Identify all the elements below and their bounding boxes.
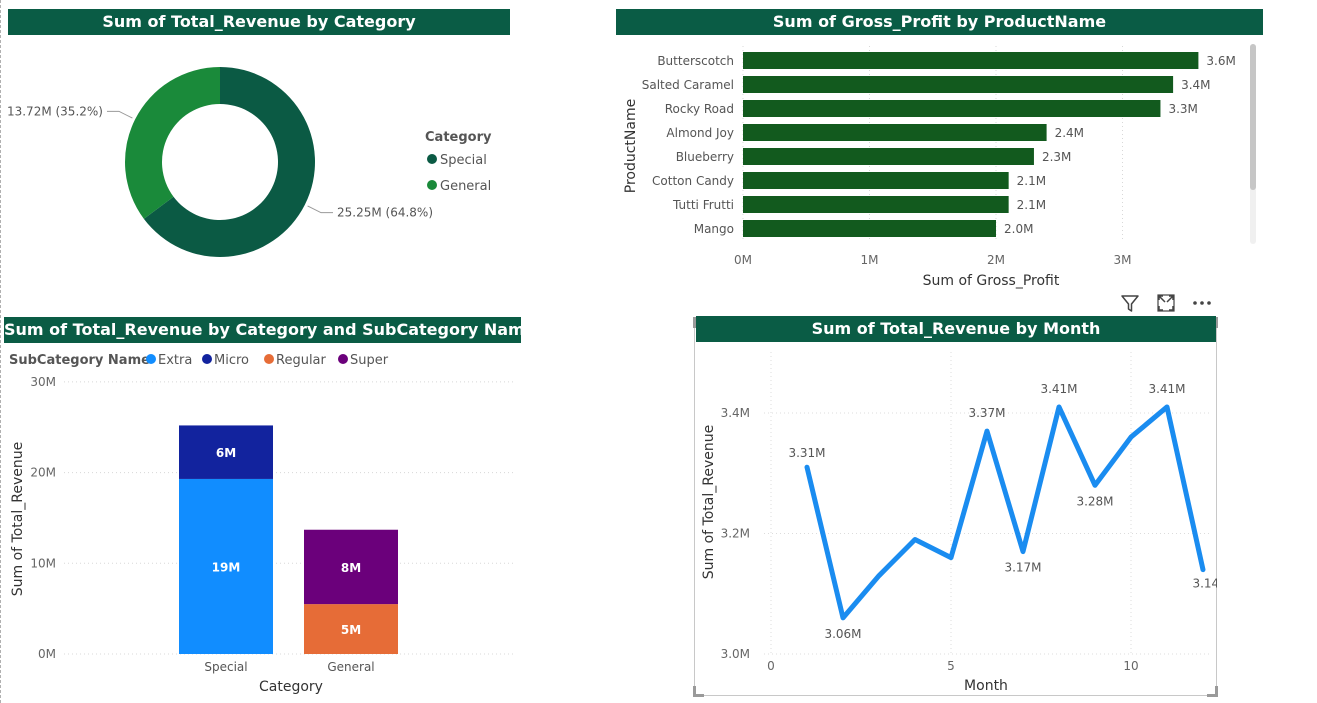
line-data-label: 3.17M bbox=[1004, 561, 1041, 575]
line-data-label: 3.06M bbox=[824, 627, 861, 641]
hbar-category-label: Blueberry bbox=[676, 150, 734, 164]
line-y-tick: 3.0M bbox=[721, 647, 750, 661]
stacked-y-tick: 0M bbox=[38, 647, 56, 661]
visual-toolbar bbox=[1119, 292, 1213, 314]
hbar-data-label: 3.3M bbox=[1168, 102, 1197, 116]
line-data-label: 3.31M bbox=[788, 446, 825, 460]
focus-mode-icon[interactable] bbox=[1155, 292, 1177, 314]
stacked-x-axis-title: Category bbox=[259, 679, 323, 695]
stacked-x-tick: General bbox=[327, 660, 374, 674]
stacked-data-label: 5M bbox=[341, 623, 361, 637]
donut-leader-line bbox=[106, 110, 133, 119]
legend-marker bbox=[338, 354, 348, 364]
donut-legend-title: Category bbox=[425, 130, 492, 145]
hbar-x-tick: 2M bbox=[987, 253, 1005, 267]
line-y-axis-title: Sum of Total_Revenue bbox=[701, 425, 717, 579]
hbar-bar[interactable] bbox=[743, 100, 1161, 117]
hbar-category-label: Salted Caramel bbox=[642, 78, 734, 92]
line-data-label: 3.41M bbox=[1148, 382, 1185, 396]
legend-label-micro: Micro bbox=[214, 353, 249, 368]
line-x-tick: 5 bbox=[947, 659, 955, 673]
hbar-x-tick: 0M bbox=[734, 253, 752, 267]
line-y-tick: 3.2M bbox=[721, 527, 750, 541]
line-data-label: 3.41M bbox=[1040, 382, 1077, 396]
hbar-data-label: 2.4M bbox=[1055, 126, 1084, 140]
line-data-label: 3.37M bbox=[968, 406, 1005, 420]
stacked-chart-title: Sum of Total_Revenue by Category and Sub… bbox=[4, 317, 521, 343]
stacked-y-tick: 30M bbox=[30, 375, 56, 389]
line-chart[interactable]: 0 5 10 3.0M 3.2M 3.4M 3.31M 3.06M 3.37M 3.17M 3.41… bbox=[694, 342, 1217, 697]
stacked-column-chart[interactable]: SubCategory Name Extra Micro Regular Super 0M… bbox=[1, 343, 541, 703]
hbar-data-label: 2.1M bbox=[1017, 174, 1046, 188]
donut-leader-line bbox=[307, 205, 334, 214]
legend-label-special: Special bbox=[440, 153, 487, 168]
legend-marker bbox=[202, 354, 212, 364]
hbar-category-label: Cotton Candy bbox=[652, 174, 734, 188]
hbar-bar[interactable] bbox=[743, 196, 1009, 213]
donut-slice-general[interactable] bbox=[125, 67, 220, 219]
line-data-label: 3.28M bbox=[1076, 494, 1113, 508]
stacked-y-axis-title: Sum of Total_Revenue bbox=[10, 442, 26, 596]
line-chart-title: Sum of Total_Revenue by Month bbox=[696, 316, 1216, 342]
hbar-bar[interactable] bbox=[743, 220, 996, 237]
line-y-tick: 3.4M bbox=[721, 406, 750, 420]
more-options-icon[interactable] bbox=[1191, 292, 1213, 314]
hbar-bar[interactable] bbox=[743, 52, 1199, 69]
legend-label-super: Super bbox=[350, 353, 389, 368]
hbar-data-label: 2.1M bbox=[1017, 198, 1046, 212]
legend-label-regular: Regular bbox=[276, 353, 327, 368]
filter-icon[interactable] bbox=[1119, 292, 1141, 314]
stacked-data-label: 8M bbox=[341, 561, 361, 575]
hbar-category-label: Rocky Road bbox=[665, 102, 734, 116]
stacked-data-label: 19M bbox=[212, 560, 241, 574]
donut-data-label: 25.25M (64.8%) bbox=[337, 206, 433, 220]
legend-label-extra: Extra bbox=[158, 353, 192, 368]
hbar-bar[interactable] bbox=[743, 148, 1034, 165]
legend-marker bbox=[264, 354, 274, 364]
donut-chart[interactable]: 25.25M (64.8%) 13.72M (35.2%) Category Spec… bbox=[1, 40, 541, 280]
hbar-bar[interactable] bbox=[743, 172, 1009, 189]
legend-marker bbox=[427, 180, 437, 190]
line-series[interactable] bbox=[804, 404, 1206, 621]
hbar-x-axis-title: Sum of Gross_Profit bbox=[923, 273, 1060, 289]
hbar-category-label: Mango bbox=[694, 222, 734, 236]
hbar-y-axis-title: ProductName bbox=[623, 99, 639, 193]
hbar-data-label: 3.4M bbox=[1181, 78, 1210, 92]
stacked-x-tick: Special bbox=[204, 660, 247, 674]
line-x-tick: 0 bbox=[767, 659, 775, 673]
donut-data-label: 13.72M (35.2%) bbox=[7, 104, 103, 118]
legend-label-general: General bbox=[440, 179, 491, 194]
stacked-legend-title: SubCategory Name bbox=[9, 353, 150, 368]
stacked-y-tick: 10M bbox=[30, 556, 56, 570]
legend-marker bbox=[146, 354, 156, 364]
hbar-x-tick: 3M bbox=[1114, 253, 1132, 267]
hbar-category-label: Tutti Frutti bbox=[672, 198, 734, 212]
stacked-y-tick: 20M bbox=[30, 466, 56, 480]
donut-chart-title: Sum of Total_Revenue by Category bbox=[8, 9, 510, 35]
hbar-category-label: Butterscotch bbox=[657, 54, 734, 68]
hbar-bar[interactable] bbox=[743, 124, 1047, 141]
hbar-data-label: 2.0M bbox=[1004, 222, 1033, 236]
hbar-scrollbar[interactable] bbox=[1250, 44, 1256, 244]
line-x-axis-title: Month bbox=[964, 678, 1008, 694]
hbar-scrollbar-thumb[interactable] bbox=[1250, 44, 1256, 190]
hbar-data-label: 2.3M bbox=[1042, 150, 1071, 164]
legend-marker bbox=[427, 154, 437, 164]
hbar-bar[interactable] bbox=[743, 76, 1174, 93]
hbar-chart[interactable]: 0M 1M 2M 3M Butterscotch 3.6M Salted Caramel 3.… bbox=[613, 40, 1253, 292]
hbar-category-label: Almond Joy bbox=[666, 126, 734, 140]
stacked-data-label: 6M bbox=[216, 446, 236, 460]
hbar-x-tick: 1M bbox=[861, 253, 879, 267]
hbar-data-label: 3.6M bbox=[1206, 54, 1235, 68]
line-data-label: 3.14M bbox=[1192, 577, 1217, 591]
line-x-tick: 10 bbox=[1123, 659, 1138, 673]
hbar-chart-title: Sum of Gross_Profit by ProductName bbox=[616, 9, 1263, 35]
